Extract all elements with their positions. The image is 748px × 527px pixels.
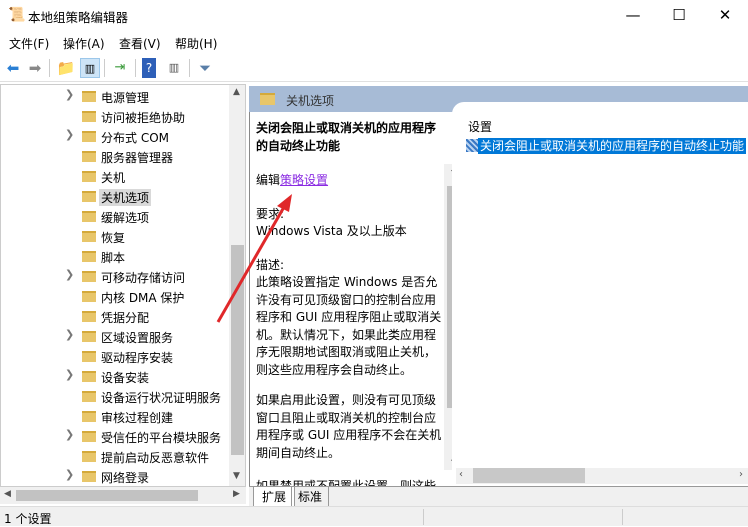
annotation-arrow	[216, 194, 292, 323]
